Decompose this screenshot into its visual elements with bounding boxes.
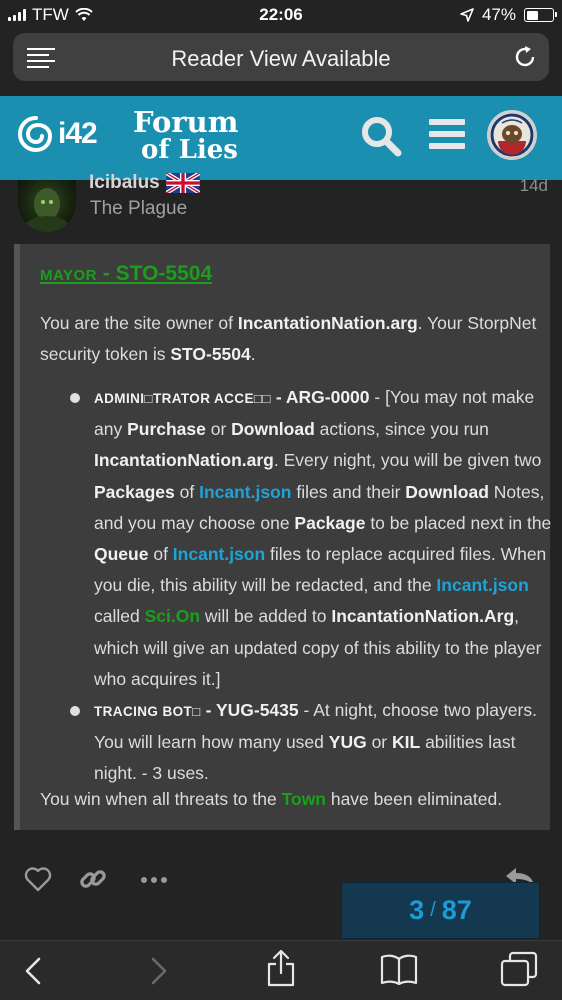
more-icon[interactable] — [140, 876, 168, 884]
swirl-logo-icon — [17, 116, 53, 153]
reader-view-bar[interactable]: Reader View Available — [13, 33, 549, 81]
ability-admin-name: ADMINI□TRATOR ACCE□□ — [94, 391, 271, 406]
browser-toolbar — [0, 940, 562, 1000]
link-icon[interactable] — [78, 864, 108, 894]
kw-packages: Packages — [94, 481, 175, 502]
plague-avatar-icon — [23, 188, 71, 232]
poster-username[interactable]: Icibalus — [89, 172, 200, 194]
ability-admin-text: called — [94, 606, 145, 627]
kw-incant-json: Incant.json — [172, 544, 266, 565]
uk-flag-icon — [165, 173, 200, 193]
battery-fill — [526, 10, 539, 20]
role-title-suffix: - STO-5504 — [96, 262, 213, 285]
kw-download: Download — [231, 419, 315, 440]
kw-town: Town — [281, 789, 326, 809]
kw-download: Download — [405, 481, 489, 502]
ability-admin-text: of — [174, 481, 200, 502]
reader-view-title[interactable]: Reader View Available — [13, 46, 549, 72]
site-logo-forum[interactable]: Forum of Lies — [133, 105, 239, 165]
role-card: MAYOR - STO-5504 You are the site owner … — [14, 244, 552, 830]
heart-icon[interactable] — [24, 866, 52, 892]
username-text[interactable]: Icibalus — [89, 172, 160, 194]
progress-total: 87 — [441, 895, 472, 925]
kw-incant-json: Incant.json — [436, 575, 529, 596]
ability-admin: ADMINI□TRATOR ACCE□□ - ARG-0000 - [You m… — [94, 382, 552, 695]
topic-progress[interactable]: 3 / 87 — [341, 882, 540, 939]
location-arrow-icon — [460, 8, 474, 22]
bullet-icon — [70, 706, 80, 716]
status-bar: TFW 22:06 47% — [0, 0, 562, 30]
outro-text-1: You win when all threats to the — [40, 789, 282, 809]
outro-text-2: have been eliminated. — [325, 789, 503, 809]
bullet-icon — [70, 393, 80, 403]
kw-queue: Queue — [94, 544, 149, 565]
kw-kil: KIL — [392, 732, 421, 753]
ability-tracing: TRACING BOT□ - YUG-5435 - At night, choo… — [94, 695, 552, 790]
post-date[interactable]: 14d — [520, 176, 548, 196]
poster-avatar[interactable] — [18, 180, 76, 232]
intro-site: IncantationNation.arg — [237, 313, 418, 333]
site-header: i42 Forum of Lies — [0, 96, 562, 180]
ability-admin-text: . Every night, you will be given two — [273, 450, 542, 471]
ability-admin-text: of — [148, 544, 173, 565]
ability-admin-text: or — [205, 419, 232, 440]
forward-icon[interactable] — [150, 957, 168, 985]
kw-incant-json: Incant.json — [199, 481, 292, 502]
kw-yug: YUG — [328, 732, 367, 753]
intro-text-1: You are the site owner of — [40, 313, 238, 333]
share-icon[interactable] — [266, 949, 296, 987]
ability-admin-text: actions, since you run — [314, 419, 489, 440]
reload-icon[interactable] — [513, 45, 537, 69]
role-intro: You are the site owner of IncantationNat… — [40, 308, 540, 370]
status-right: 47% — [460, 5, 557, 25]
role-title: MAYOR - STO-5504 — [40, 262, 212, 286]
kw-purchase: Purchase — [127, 419, 206, 440]
logo-line1: Forum — [133, 105, 239, 139]
kw-package: Package — [294, 512, 366, 533]
logo-number: i42 — [58, 117, 98, 150]
progress-current: 3 — [409, 895, 425, 925]
ability-tracing-name: TRACING BOT□ — [94, 704, 201, 719]
site-logo-i42[interactable]: i42 — [16, 114, 98, 154]
ability-admin-text: to be placed next in the — [365, 512, 552, 533]
battery-percent: 47% — [481, 5, 516, 24]
kw-site: IncantationNation.arg — [94, 450, 274, 471]
tabs-icon[interactable] — [500, 951, 538, 987]
battery-icon — [524, 8, 557, 22]
intro-text-3: . — [250, 344, 256, 364]
ability-admin-code: - ARG-0000 — [270, 387, 370, 407]
intro-token: STO-5504 — [170, 344, 251, 364]
bookmarks-icon[interactable] — [380, 953, 418, 985]
ability-tracing-text: or — [366, 732, 392, 753]
sight-badge-icon — [490, 113, 534, 157]
ability-admin-text: will be added to — [200, 606, 332, 627]
user-avatar[interactable] — [487, 110, 537, 160]
menu-icon[interactable] — [429, 119, 465, 151]
back-icon[interactable] — [24, 957, 42, 985]
poster-title: The Plague — [90, 198, 188, 219]
ability-tracing-code: - YUG-5435 — [200, 700, 299, 720]
ability-admin-text: files and their — [291, 481, 406, 502]
role-win-condition: You win when all threats to the Town hav… — [40, 789, 502, 810]
logo-line2: of Lies — [141, 135, 238, 165]
role-title-prefix: MAYOR — [40, 267, 97, 284]
search-icon[interactable] — [360, 115, 402, 157]
kw-site: IncantationNation.Arg — [331, 606, 515, 627]
kw-scion: Sci.On — [144, 606, 201, 627]
progress-separator: / — [430, 899, 436, 921]
